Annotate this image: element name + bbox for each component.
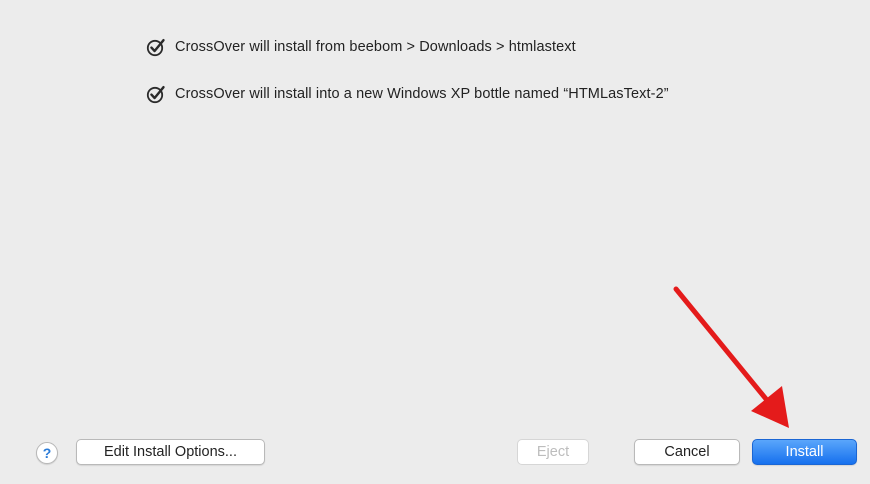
check-item-source: CrossOver will install from beebom > Dow…: [146, 37, 576, 57]
edit-install-options-button[interactable]: Edit Install Options...: [76, 439, 265, 465]
check-circle-icon: [146, 37, 166, 57]
installer-panel: CrossOver will install from beebom > Dow…: [0, 0, 870, 484]
eject-button[interactable]: Eject: [517, 439, 589, 465]
help-button[interactable]: ?: [36, 442, 58, 464]
check-item-source-text: CrossOver will install from beebom > Dow…: [175, 39, 576, 55]
check-item-bottle: CrossOver will install into a new Window…: [146, 84, 669, 104]
cancel-button[interactable]: Cancel: [634, 439, 740, 465]
install-button[interactable]: Install: [752, 439, 857, 465]
check-item-bottle-text: CrossOver will install into a new Window…: [175, 86, 669, 102]
check-circle-icon: [146, 84, 166, 104]
red-arrow-icon: [673, 286, 789, 428]
